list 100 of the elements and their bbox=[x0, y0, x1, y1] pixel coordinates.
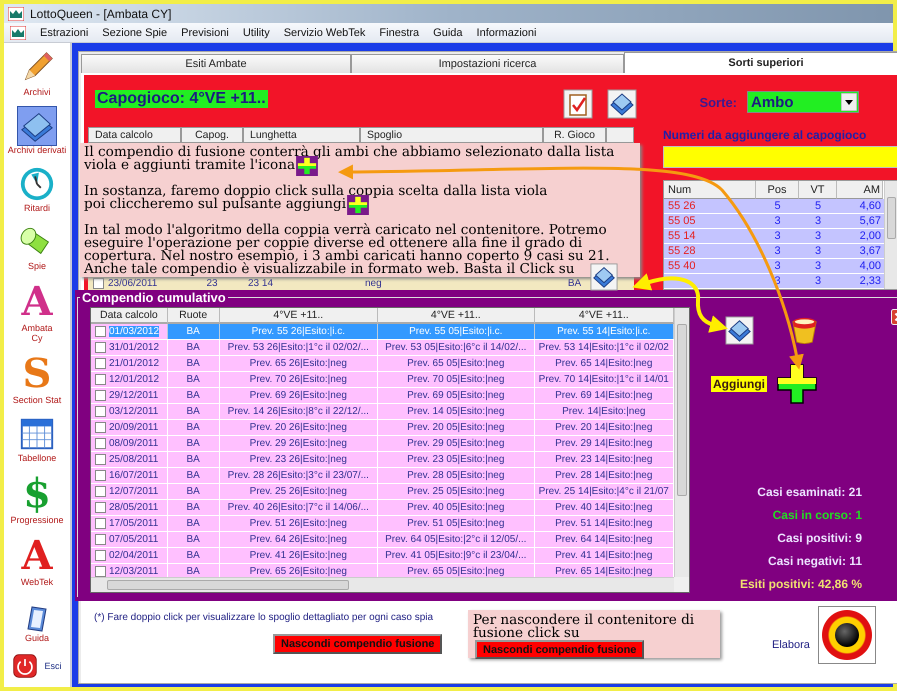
table-row[interactable]: 55 05 3 3 5,67 bbox=[664, 214, 884, 229]
table-row[interactable]: 29/12/2011 BA Prev. 69 26|Esito:|neg Prev. 69 05|Esito:|neg Prev. 69 14|Esito:|neg bbox=[91, 388, 674, 404]
column-header[interactable]: 4°VE +11.. bbox=[378, 308, 535, 324]
numbers-input-field[interactable] bbox=[663, 146, 897, 168]
sidebar-item[interactable]: S Section Stat bbox=[12, 351, 62, 409]
checkbox[interactable] bbox=[95, 518, 106, 529]
scrollbar[interactable] bbox=[674, 308, 689, 577]
checkbox[interactable] bbox=[95, 438, 106, 449]
checkbox[interactable] bbox=[95, 534, 106, 545]
sidebar-item[interactable]: Archivi derivati bbox=[6, 105, 68, 159]
sidebar-item[interactable]: $ Progressione bbox=[9, 471, 65, 529]
column-header[interactable]: Lunghetta bbox=[243, 127, 360, 143]
sidebar-item[interactable]: A Ambata Cy bbox=[20, 279, 54, 347]
column-header[interactable]: Spoglio bbox=[360, 127, 543, 143]
table-cell: Prev. 55 14|Esito:|i.c. bbox=[534, 324, 674, 339]
sidebar-item[interactable]: Tabellone bbox=[16, 413, 58, 467]
menu-item[interactable]: Utility bbox=[242, 26, 270, 38]
table-row[interactable]: 55 40 3 3 4,00 bbox=[664, 259, 884, 274]
table-row[interactable]: 55 28 3 3 3,67 bbox=[664, 244, 884, 259]
sidebar-item[interactable]: Esci bbox=[11, 651, 62, 683]
checkbox[interactable] bbox=[95, 390, 106, 401]
sidebar-item[interactable]: Archivi bbox=[17, 47, 57, 101]
menu-item[interactable]: Servizio WebTek bbox=[284, 26, 366, 38]
table-row[interactable]: 55 26 5 5 4,60 bbox=[664, 199, 884, 214]
crown-icon[interactable] bbox=[10, 26, 26, 40]
scrollbar[interactable] bbox=[91, 577, 674, 592]
table-cell-text: 3,67 bbox=[858, 245, 882, 257]
sidebar-item[interactable]: Ritardi bbox=[17, 163, 57, 217]
sorte-dropdown[interactable]: Ambo bbox=[747, 91, 859, 113]
table-cell: Prev. 40 05|Esito:|neg bbox=[378, 500, 535, 515]
column-header[interactable]: R. Gioco bbox=[543, 127, 606, 143]
tab[interactable]: Impostazioni ricerca bbox=[351, 54, 624, 73]
menu-item[interactable]: Informazioni bbox=[476, 26, 536, 38]
table-cell-text: 3 bbox=[773, 245, 782, 257]
table-row[interactable]: 12/01/2012 BA Prev. 70 26|Esito:|neg Prev. 70 05|Esito:|neg Prev. 70 14|Esito:|1°c il 14/01 bbox=[91, 372, 674, 388]
menu-item[interactable]: Estrazioni bbox=[40, 26, 88, 38]
table-cell: 12/03/2011 bbox=[109, 566, 158, 577]
table-row[interactable]: 20/09/2011 BA Prev. 20 26|Esito:|neg Prev. 20 05|Esito:|neg Prev. 20 14|Esito:|neg bbox=[91, 420, 674, 436]
table-cell-text: 3 bbox=[773, 260, 782, 272]
sidebar-item[interactable]: A WebTek bbox=[20, 533, 54, 591]
clipboard-check-icon[interactable] bbox=[563, 89, 593, 119]
checkbox[interactable] bbox=[95, 326, 106, 337]
hide-compendio-button[interactable]: Nascondi compendio fusione bbox=[475, 640, 644, 659]
checkbox[interactable] bbox=[95, 550, 106, 561]
sidebar-item[interactable]: Guida bbox=[21, 601, 53, 647]
checkbox[interactable] bbox=[95, 566, 106, 577]
checkbox[interactable] bbox=[95, 422, 106, 433]
column-header[interactable] bbox=[606, 127, 634, 143]
table-row[interactable]: 55 14 3 3 2,00 bbox=[664, 229, 884, 244]
menu-item[interactable]: Sezione Spie bbox=[102, 26, 168, 38]
table-row[interactable]: 12/07/2011 BA Prev. 25 26|Esito:|neg Prev. 25 05|Esito:|neg Prev. 25 14|Esito:|4°c il 21/07 bbox=[91, 484, 674, 500]
tab[interactable]: Sorti superiori bbox=[624, 52, 897, 73]
plus-icon[interactable] bbox=[776, 364, 817, 404]
checkbox[interactable] bbox=[95, 454, 106, 465]
menu-item[interactable]: Guida bbox=[433, 26, 463, 38]
checkbox[interactable] bbox=[95, 486, 106, 497]
table-row[interactable]: 08/09/2011 BA Prev. 29 26|Esito:|neg Prev. 29 05|Esito:|neg Prev. 29 14|Esito:|neg bbox=[91, 436, 674, 452]
table-row[interactable]: 17/05/2011 BA Prev. 51 26|Esito:|neg Prev. 51 05|Esito:|neg Prev. 51 14|Esito:|neg bbox=[91, 516, 674, 532]
column-header[interactable]: Data calcolo bbox=[91, 308, 168, 324]
table-cell-text: 3 bbox=[814, 275, 822, 287]
column-header[interactable]: 4°VE +11.. bbox=[534, 308, 674, 324]
scrollbar[interactable] bbox=[884, 181, 897, 289]
sidebar-item[interactable]: Spie bbox=[17, 221, 57, 275]
table-row[interactable]: 28/05/2011 BA Prev. 40 26|Esito:|7°c il 14/06/... Prev. 40 05|Esito:|neg Prev. 40 14|Esito:|neg bbox=[91, 500, 674, 516]
column-header[interactable]: AM bbox=[837, 181, 883, 199]
bucket-icon[interactable] bbox=[790, 316, 819, 345]
column-header[interactable]: 4°VE +11.. bbox=[220, 308, 378, 324]
run-button[interactable] bbox=[818, 606, 876, 664]
column-header[interactable]: VT bbox=[799, 181, 837, 199]
checkbox[interactable] bbox=[95, 342, 106, 353]
table-row[interactable]: 16/07/2011 BA Prev. 28 26|Esito:|3°c il 23/07/... Prev. 28 05|Esito:|neg Prev. 28 14|Esito:|neg bbox=[91, 468, 674, 484]
table-row[interactable]: 07/05/2011 BA Prev. 64 26|Esito:|neg Prev. 64 05|Esito:|2°c il 12/05/... Prev. 64 14|Esito:|neg bbox=[91, 532, 674, 548]
checkbox[interactable] bbox=[95, 374, 106, 385]
table-cell-text: 55 14 bbox=[667, 230, 697, 242]
column-header[interactable]: Capog. bbox=[181, 127, 243, 143]
table-row[interactable]: 21/01/2012 BA Prev. 65 26|Esito:|neg Prev. 65 05|Esito:|neg Prev. 65 14|Esito:|neg bbox=[91, 356, 674, 372]
table-row[interactable]: 31/01/2012 BA Prev. 53 26|Esito:|1°c il 02/02/... Prev. 53 05|Esito:|6°c il 14/02/... Prev. 53 14|Esito:|1°c il 02/02 bbox=[91, 340, 674, 356]
tab[interactable]: Esiti Ambate bbox=[81, 54, 351, 73]
table-cell: BA bbox=[168, 356, 220, 371]
table-cell-text: 2,00 bbox=[858, 230, 882, 242]
table-row[interactable]: 03/12/2011 BA Prev. 14 26|Esito:|8°c il 22/12/... Prev. 14 05|Esito:|neg Prev. 14|Esito:|neg bbox=[91, 404, 674, 420]
table-row[interactable]: 02/04/2011 BA Prev. 41 26|Esito:|neg Prev. 41 05|Esito:|9°c il 23/04/... Prev. 41 14|Esito:|neg bbox=[91, 548, 674, 564]
table-cell: Prev. 51 26|Esito:|neg bbox=[220, 516, 378, 531]
table-row[interactable]: 12/03/2011 BA Prev. 65 26|Esito:|neg Prev. 65 05|Esito:|neg Prev. 65 14|Esito:|neg bbox=[91, 564, 674, 577]
table-row[interactable]: 25/08/2011 BA Prev. 23 26|Esito:|neg Prev. 23 05|Esito:|neg Prev. 23 14|Esito:|neg bbox=[91, 452, 674, 468]
column-header[interactable]: Pos bbox=[756, 181, 799, 199]
column-header[interactable]: Num bbox=[664, 181, 756, 199]
column-header[interactable]: Data calcolo bbox=[88, 127, 181, 143]
books-icon[interactable] bbox=[607, 89, 637, 119]
checkbox[interactable] bbox=[93, 278, 104, 289]
checkbox[interactable] bbox=[95, 502, 106, 513]
column-header[interactable]: Ruote bbox=[168, 308, 220, 324]
checkbox[interactable] bbox=[95, 470, 106, 481]
checkbox[interactable] bbox=[95, 406, 106, 417]
menu-item[interactable]: Finestra bbox=[379, 26, 420, 38]
menu-item[interactable]: Previsioni bbox=[181, 26, 229, 38]
hide-compendio-button[interactable]: Nascondi compendio fusione bbox=[273, 634, 442, 654]
checkbox[interactable] bbox=[95, 358, 106, 369]
books-icon[interactable] bbox=[725, 316, 754, 345]
table-row[interactable]: 23/06/2011 23 23 14 neg BA bbox=[88, 277, 634, 290]
